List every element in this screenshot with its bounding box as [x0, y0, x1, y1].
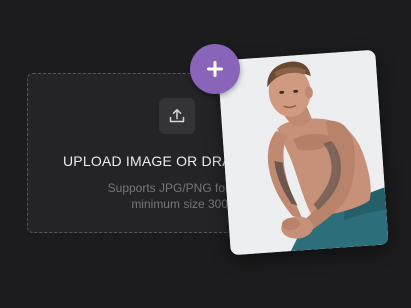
upload-title: UPLOAD IMAGE OR DRA: [63, 153, 232, 169]
plus-icon: [207, 61, 223, 77]
upload-icon: [169, 109, 185, 123]
upload-button[interactable]: [159, 98, 195, 134]
add-image-button[interactable]: [190, 44, 240, 94]
preview-photo-card: [217, 49, 389, 256]
preview-photo: [217, 49, 389, 256]
upload-widget: UPLOAD IMAGE OR DRA Supports JPG/PNG for…: [0, 0, 411, 308]
